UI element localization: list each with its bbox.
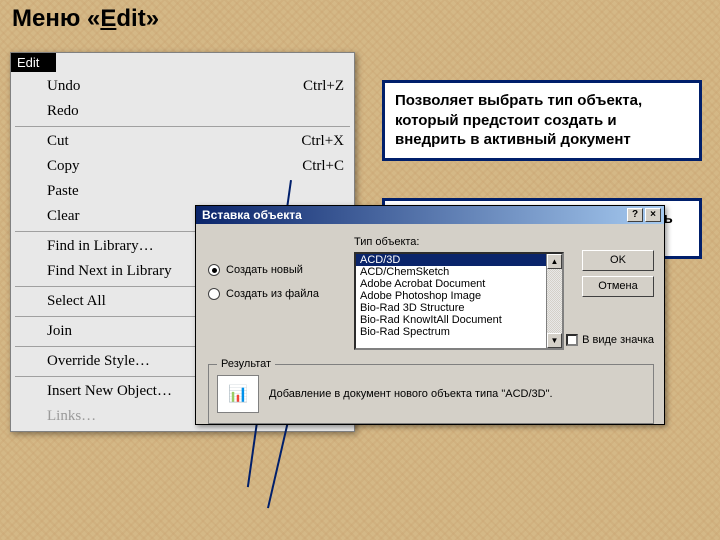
dialog-left-panel: Создать новый Создать из файла (208, 264, 338, 312)
menu-item-label: Clear (47, 208, 79, 225)
callout-insert-object: Позволяет выбрать тип объекта, который п… (382, 80, 702, 161)
menu-item-label: Paste (47, 183, 79, 200)
menu-item-label: Cut (47, 133, 69, 150)
menu-separator (15, 126, 350, 127)
menu-item-label: Links… (47, 408, 96, 425)
radio-create-new-label: Создать новый (226, 264, 303, 276)
listbox-scrollbar[interactable]: ▲ ▼ (546, 254, 562, 348)
result-text: Добавление в документ нового объекта тип… (269, 387, 553, 401)
list-item[interactable]: Bio-Rad KnowItAll Document (356, 314, 562, 326)
menu-item-undo[interactable]: Undo Ctrl+Z (11, 74, 354, 99)
dialog-titlebar: Вставка объекта ? × (196, 206, 664, 224)
result-content: 📊 Добавление в документ нового объекта т… (209, 365, 653, 423)
menu-item-shortcut: Ctrl+C (302, 158, 344, 175)
as-icon-checkbox[interactable]: В виде значка (566, 334, 654, 346)
ok-button[interactable]: OK (582, 250, 654, 271)
quote-open: « (87, 5, 100, 32)
close-button[interactable]: × (645, 208, 661, 222)
menu-item-redo[interactable]: Redo (11, 99, 354, 124)
menu-header[interactable]: Edit (11, 53, 56, 72)
menu-item-paste[interactable]: Paste (11, 179, 354, 204)
checkbox-icon (566, 334, 578, 346)
as-icon-label: В виде значка (582, 334, 654, 346)
list-item[interactable]: ACD/3D (356, 254, 562, 266)
menu-item-cut[interactable]: Cut Ctrl+X (11, 129, 354, 154)
menu-item-label: Insert New Object… (47, 383, 172, 400)
radio-create-from-file[interactable]: Создать из файла (208, 288, 338, 300)
radio-dot-icon (208, 288, 220, 300)
radio-create-new[interactable]: Создать новый (208, 264, 338, 276)
quote-close: » (146, 5, 159, 32)
title-underline: E (100, 5, 116, 32)
menu-item-label: Join (47, 323, 72, 340)
help-button[interactable]: ? (627, 208, 643, 222)
radio-dot-icon (208, 264, 220, 276)
list-item[interactable]: Adobe Photoshop Image (356, 290, 562, 302)
object-type-listbox[interactable]: ACD/3DACD/ChemSketchAdobe Acrobat Docume… (354, 252, 564, 350)
type-label: Тип объекта: (354, 236, 419, 248)
menu-item-label: Override Style… (47, 353, 150, 370)
result-label: Результат (217, 358, 275, 370)
dialog-title-buttons: ? × (627, 208, 661, 222)
page-title: Меню «Edit» (12, 5, 159, 33)
dialog-body: Тип объекта: Создать новый Создать из фа… (196, 224, 664, 424)
menu-item-label: Find Next in Library (47, 263, 172, 280)
insert-object-dialog: Вставка объекта ? × Тип объекта: Создать… (195, 205, 665, 425)
scroll-up-button[interactable]: ▲ (547, 254, 562, 269)
menu-item-label: Copy (47, 158, 80, 175)
list-item[interactable]: Bio-Rad Spectrum (356, 326, 562, 338)
list-item[interactable]: ACD/ChemSketch (356, 266, 562, 278)
result-icon: 📊 (217, 375, 259, 413)
menu-item-shortcut: Ctrl+Z (303, 78, 344, 95)
list-item[interactable]: Adobe Acrobat Document (356, 278, 562, 290)
list-item[interactable]: Bio-Rad 3D Structure (356, 302, 562, 314)
title-prefix: Меню (12, 5, 87, 32)
scroll-track[interactable] (547, 269, 562, 333)
menu-item-label: Find in Library… (47, 238, 154, 255)
title-rest: dit (116, 5, 145, 32)
dialog-title-text: Вставка объекта (202, 208, 302, 222)
scroll-down-button[interactable]: ▼ (547, 333, 562, 348)
menu-item-label: Undo (47, 78, 80, 95)
menu-item-label: Select All (47, 293, 106, 310)
radio-create-from-file-label: Создать из файла (226, 288, 319, 300)
menu-item-shortcut: Ctrl+X (301, 133, 344, 150)
cancel-button[interactable]: Отмена (582, 276, 654, 297)
menu-item-copy[interactable]: Copy Ctrl+C (11, 154, 354, 179)
result-groupbox: Результат 📊 Добавление в документ нового… (208, 364, 654, 424)
menu-item-label: Redo (47, 103, 79, 120)
